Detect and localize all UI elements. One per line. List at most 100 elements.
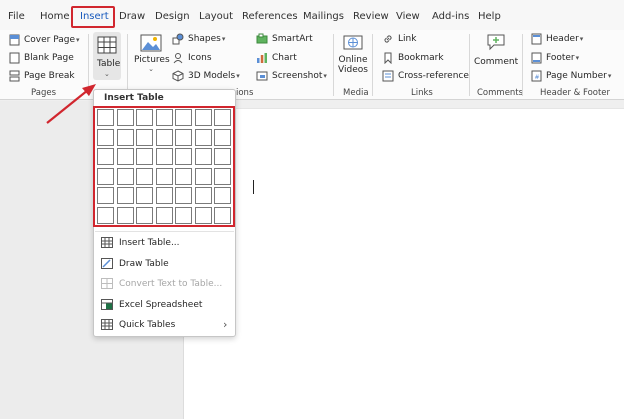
tab-layout[interactable]: Layout (199, 11, 233, 22)
group-divider (88, 34, 89, 96)
convert-text-label: Convert Text to Table... (119, 278, 223, 289)
icons-label: Icons (188, 53, 212, 63)
footer-label: Footer (546, 53, 575, 63)
svg-text:#: # (535, 74, 540, 81)
tab-review[interactable]: Review (353, 11, 389, 22)
shapes-icon (172, 33, 184, 45)
page-break-icon (9, 70, 20, 82)
3d-models-button[interactable]: 3D Models ▾ (172, 70, 240, 82)
link-label: Link (398, 34, 417, 44)
pictures-button[interactable]: Pictures ⌄ (134, 34, 170, 78)
excel-icon (101, 299, 113, 310)
comment-icon (487, 34, 505, 51)
link-button[interactable]: Link (382, 33, 416, 45)
page-number-button[interactable]: # Page Number ▾ (531, 70, 611, 82)
tab-view[interactable]: View (396, 11, 420, 22)
document-page[interactable] (183, 108, 624, 419)
tab-references[interactable]: References (242, 11, 298, 22)
chevron-down-icon: ⌄ (148, 65, 154, 73)
icons-button[interactable]: Icons (172, 52, 212, 64)
table-icon (101, 319, 113, 330)
header-button[interactable]: Header ▾ (531, 33, 583, 45)
online-videos-button[interactable]: Online Videos (337, 34, 369, 82)
table-button[interactable]: Table ⌄ (93, 32, 121, 80)
page-break-label: Page Break (24, 71, 75, 81)
convert-text-to-table-menu-item: Convert Text to Table... (101, 278, 222, 289)
tab-add-ins[interactable]: Add-ins (432, 11, 469, 22)
header-label: Header (546, 34, 579, 44)
header-icon (531, 33, 542, 45)
cover-page-button[interactable]: Cover Page ▾ (9, 34, 80, 46)
group-label-links: Links (411, 88, 433, 98)
group-divider (372, 34, 373, 96)
footer-button[interactable]: Footer ▾ (531, 52, 579, 64)
cover-page-label: Cover Page (24, 35, 76, 45)
insert-table-menu-item[interactable]: Insert Table... (101, 237, 180, 248)
videos-label: Videos (338, 65, 368, 75)
page-number-icon: # (531, 70, 542, 82)
excel-spreadsheet-menu-item[interactable]: Excel Spreadsheet (101, 299, 202, 310)
table-label: Table (97, 59, 121, 69)
draw-table-icon (101, 258, 113, 269)
blank-page-button[interactable]: Blank Page (9, 52, 74, 64)
tab-home[interactable]: Home (40, 11, 70, 22)
cross-reference-label: Cross-reference (398, 71, 469, 81)
chart-icon (257, 53, 267, 63)
chart-label: Chart (272, 53, 297, 63)
bookmark-label: Bookmark (398, 53, 444, 63)
icons-icon (173, 53, 183, 64)
bookmark-button[interactable]: Bookmark (382, 52, 444, 64)
insert-tab-highlight (71, 6, 115, 28)
tab-design[interactable]: Design (155, 11, 190, 22)
group-divider (127, 34, 128, 96)
tab-file[interactable]: File (8, 11, 25, 22)
screenshot-icon (256, 71, 268, 81)
group-label-pages: Pages (31, 88, 57, 98)
table-icon (101, 237, 113, 248)
dropdown-title: Insert Table (104, 93, 164, 103)
3d-models-icon (172, 70, 184, 82)
draw-table-label: Draw Table (119, 258, 169, 269)
cross-reference-button[interactable]: Cross-reference (382, 70, 469, 82)
quick-tables-menu-item[interactable]: Quick Tables (101, 319, 175, 330)
dropdown-divider (95, 231, 234, 232)
table-grid-highlight (93, 106, 235, 227)
footer-icon (531, 52, 542, 64)
3d-models-label: 3D Models (188, 71, 236, 81)
cross-reference-icon (382, 70, 394, 82)
chart-button[interactable]: Chart (256, 52, 297, 64)
screenshot-button[interactable]: Screenshot ▾ (256, 70, 327, 82)
table-icon (97, 36, 117, 54)
smartart-icon (256, 33, 268, 44)
pictures-label: Pictures (134, 55, 170, 65)
blank-page-label: Blank Page (24, 53, 74, 63)
shapes-label: Shapes (188, 34, 221, 44)
tab-mailings[interactable]: Mailings (303, 11, 344, 22)
group-label-illustrations: ions (236, 88, 254, 98)
tab-help[interactable]: Help (478, 11, 501, 22)
text-cursor (253, 180, 254, 194)
group-divider (333, 34, 334, 96)
excel-spreadsheet-label: Excel Spreadsheet (119, 299, 203, 310)
group-label-comments: Comments (477, 88, 524, 98)
convert-table-icon (101, 278, 113, 289)
group-label-media: Media (343, 88, 369, 98)
chevron-down-icon: ⌄ (104, 70, 110, 78)
tab-draw[interactable]: Draw (119, 11, 145, 22)
page-number-label: Page Number (546, 71, 607, 81)
screenshot-label: Screenshot (272, 71, 323, 81)
smartart-label: SmartArt (272, 34, 313, 44)
page-icon (9, 52, 20, 64)
comment-button[interactable]: Comment (474, 33, 518, 73)
group-label-header-footer: Header & Footer (540, 88, 611, 98)
quick-tables-label: Quick Tables (119, 319, 176, 330)
shapes-button[interactable]: Shapes ▾ (172, 33, 225, 45)
smartart-button[interactable]: SmartArt (256, 33, 313, 45)
insert-table-label: Insert Table... (119, 237, 180, 248)
online-label: Online (338, 55, 368, 65)
group-divider (469, 34, 470, 96)
bookmark-icon (384, 52, 392, 64)
page-break-button[interactable]: Page Break (9, 70, 75, 82)
draw-table-menu-item[interactable]: Draw Table (101, 258, 169, 269)
link-icon (384, 35, 392, 43)
